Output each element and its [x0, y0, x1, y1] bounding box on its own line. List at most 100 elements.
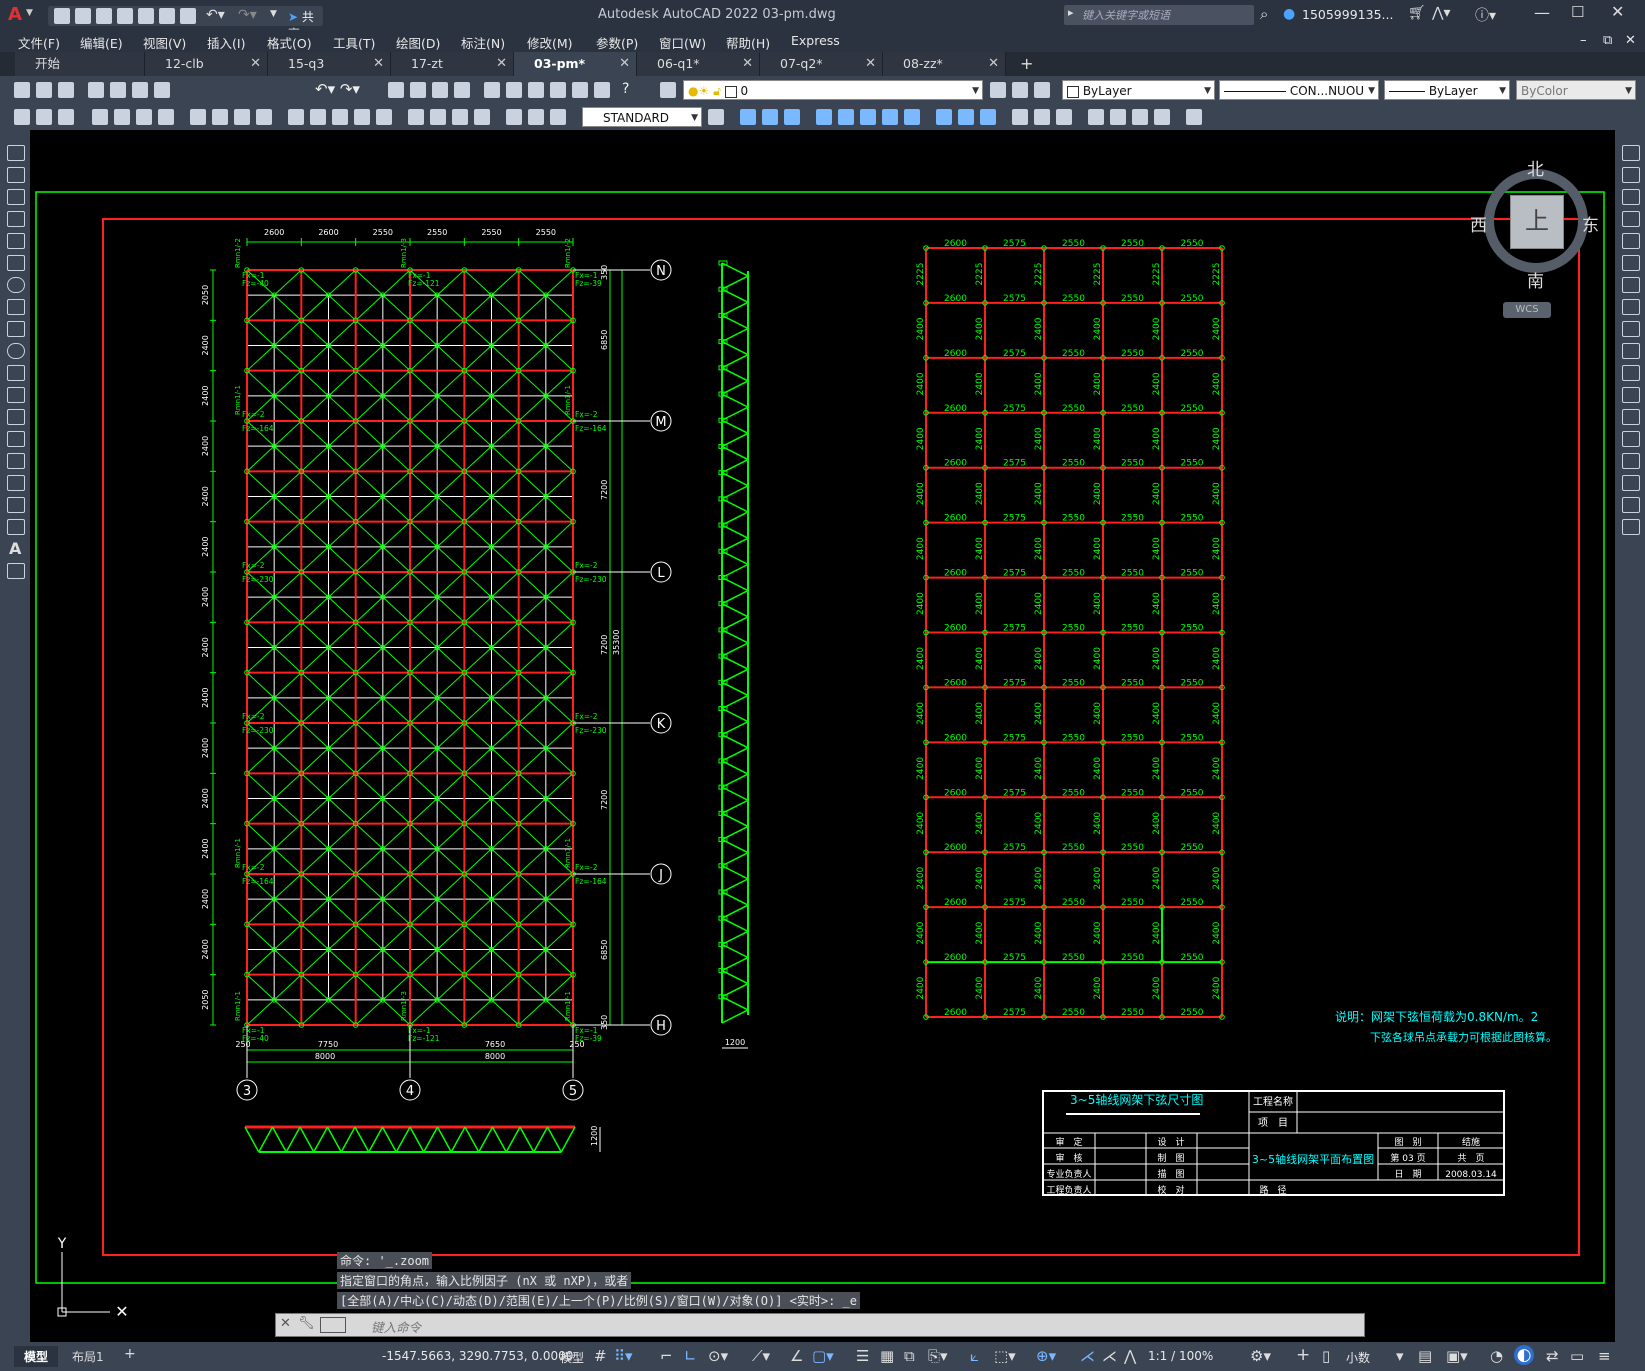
- modify-explode-icon[interactable]: [1088, 109, 1104, 125]
- command-line[interactable]: ✕ 🔧︎ 键入命令: [275, 1313, 1365, 1337]
- tab-close-icon[interactable]: ✕: [496, 52, 507, 76]
- maximize-icon[interactable]: ☐: [1571, 3, 1584, 21]
- dim-text-edit-icon[interactable]: [528, 109, 544, 125]
- tab-17-zt[interactable]: 17-zt ✕: [391, 52, 514, 76]
- tab-start[interactable]: 开始: [15, 52, 145, 76]
- customization-icon[interactable]: ≡: [1598, 1347, 1611, 1365]
- doc-restore-icon[interactable]: ⧉: [1603, 33, 1612, 48]
- modify-scale-icon[interactable]: [882, 109, 898, 125]
- modify-lengthen-icon[interactable]: [1132, 109, 1148, 125]
- region-icon[interactable]: [7, 497, 25, 513]
- gradient-icon[interactable]: [7, 475, 25, 491]
- menu-draw[interactable]: 绘图(D): [396, 33, 440, 52]
- add-layout-icon[interactable]: +: [124, 1346, 136, 1362]
- modify-join-icon[interactable]: [1110, 109, 1126, 125]
- undo-icon[interactable]: ↶▾: [206, 7, 225, 23]
- scale-icon[interactable]: [1622, 299, 1640, 315]
- chamfer-icon[interactable]: [1622, 453, 1640, 469]
- side-elevation-truss[interactable]: 1200: [718, 260, 749, 1049]
- polygon-icon[interactable]: [7, 211, 25, 227]
- diameter-dim-icon[interactable]: [234, 109, 250, 125]
- modify-align-icon[interactable]: [1154, 109, 1170, 125]
- sheet-set-icon[interactable]: [550, 82, 566, 98]
- annotation-scale-value[interactable]: 1:1 / 100%: [1148, 1349, 1213, 1363]
- layer-states-icon[interactable]: [1034, 82, 1050, 98]
- revision-cloud-icon[interactable]: [7, 299, 25, 315]
- compass-north[interactable]: 北: [1527, 155, 1544, 180]
- menu-edit[interactable]: 编辑(E): [80, 33, 123, 52]
- continue-dim-icon[interactable]: [332, 109, 348, 125]
- modify-move-icon[interactable]: [740, 109, 756, 125]
- object-snap-tracking-icon[interactable]: ∠: [790, 1347, 803, 1365]
- menu-file[interactable]: 文件(F): [18, 33, 60, 52]
- selection-cycling-icon[interactable]: ⧉: [904, 1347, 915, 1365]
- drawing-canvas[interactable]: 2050 2400 2400 2400 2400 2400 2400 2400 2400 2400…: [30, 130, 1615, 1342]
- mtext-icon[interactable]: A: [9, 539, 21, 558]
- lineweight-dropdown[interactable]: ByLayer ▼: [1384, 80, 1510, 100]
- drawing-svg[interactable]: 2050 2400 2400 2400 2400 2400 2400 2400 2400 2400…: [30, 130, 1615, 1342]
- units-value[interactable]: 小数: [1346, 1349, 1370, 1366]
- menu-express[interactable]: Express: [791, 33, 840, 48]
- offset-icon[interactable]: [1622, 211, 1640, 227]
- linear-dim-icon[interactable]: [92, 109, 108, 125]
- tab-06-q1[interactable]: 06-q1* ✕: [637, 52, 760, 76]
- arc-length-icon[interactable]: [136, 109, 152, 125]
- properties-icon[interactable]: [484, 82, 500, 98]
- viewcube-face-top[interactable]: 上: [1510, 195, 1564, 249]
- menu-parameter[interactable]: 参数(P): [596, 33, 638, 52]
- close-command-icon[interactable]: ✕: [280, 1316, 291, 1331]
- modify-extend-icon[interactable]: [958, 109, 974, 125]
- selection-filter-icon[interactable]: ⬚▾: [994, 1347, 1016, 1365]
- customize-qat-icon[interactable]: ▼: [270, 9, 277, 19]
- isometric-icon[interactable]: ⟋▾: [752, 1347, 770, 1365]
- add-selected-icon[interactable]: [7, 563, 25, 579]
- center-mark-icon[interactable]: [430, 109, 446, 125]
- tab-close-icon[interactable]: ✕: [865, 52, 876, 76]
- quickcalc-icon[interactable]: [594, 82, 610, 98]
- menu-insert[interactable]: 插入(I): [207, 33, 245, 52]
- menu-view[interactable]: 视图(V): [143, 33, 186, 52]
- snap-icon[interactable]: ⠿▾: [614, 1347, 633, 1365]
- erase-icon[interactable]: [1622, 145, 1640, 161]
- make-block-icon[interactable]: [7, 409, 25, 425]
- break-icon[interactable]: [1622, 409, 1640, 425]
- bottom-elevation-truss[interactable]: 1200: [244, 1125, 601, 1153]
- layer-match-icon[interactable]: [36, 109, 52, 125]
- model-space-button[interactable]: 模型: [560, 1349, 584, 1366]
- tab-07-q2[interactable]: 07-q2* ✕: [760, 52, 883, 76]
- linetype-dropdown[interactable]: CON...NUOU ▼: [1219, 80, 1379, 100]
- annotation-visibility-icon[interactable]: ⋌: [1080, 1347, 1095, 1365]
- print-preview-icon[interactable]: [110, 82, 126, 98]
- menu-help[interactable]: 帮助(H): [726, 33, 770, 52]
- tool-palettes-icon[interactable]: [528, 82, 544, 98]
- baseline-dim-icon[interactable]: [310, 109, 326, 125]
- construction-line-icon[interactable]: [7, 167, 25, 183]
- quick-dim-icon[interactable]: [288, 109, 304, 125]
- model-tab[interactable]: 模型: [14, 1346, 59, 1367]
- lineweight-icon[interactable]: ☰: [856, 1347, 869, 1365]
- recent-commands-icon[interactable]: [320, 1317, 346, 1333]
- layer-previous-icon[interactable]: [1012, 82, 1028, 98]
- zoom-realtime-icon[interactable]: [410, 82, 426, 98]
- modify-array-icon[interactable]: [838, 109, 854, 125]
- print-icon[interactable]: [88, 82, 104, 98]
- ellipse-icon[interactable]: [7, 343, 25, 359]
- aligned-dim-icon[interactable]: [114, 109, 130, 125]
- tab-close-icon[interactable]: ✕: [250, 52, 261, 76]
- modify-break-icon[interactable]: [980, 109, 996, 125]
- units-icon[interactable]: ▯: [1322, 1347, 1330, 1365]
- coordinates-readout[interactable]: -1547.5663, 3290.7753, 0.0000: [382, 1349, 573, 1363]
- tab-12-clb[interactable]: 12-clb ✕: [145, 52, 268, 76]
- user-name[interactable]: 1505999135...: [1302, 7, 1393, 22]
- redo-icon[interactable]: ↷▾: [238, 7, 257, 23]
- line-icon[interactable]: [7, 145, 25, 161]
- tab-close-icon[interactable]: ✕: [373, 52, 384, 76]
- compass-east[interactable]: 东: [1582, 211, 1599, 236]
- rectangle-icon[interactable]: [7, 233, 25, 249]
- tolerance-icon[interactable]: [408, 109, 424, 125]
- jogged-linear-icon[interactable]: [474, 109, 490, 125]
- autocad-logo-icon[interactable]: A: [8, 4, 22, 25]
- radius-dim-icon[interactable]: [190, 109, 206, 125]
- modify-fillet-icon[interactable]: [1034, 109, 1050, 125]
- zoom-previous-icon[interactable]: [454, 82, 470, 98]
